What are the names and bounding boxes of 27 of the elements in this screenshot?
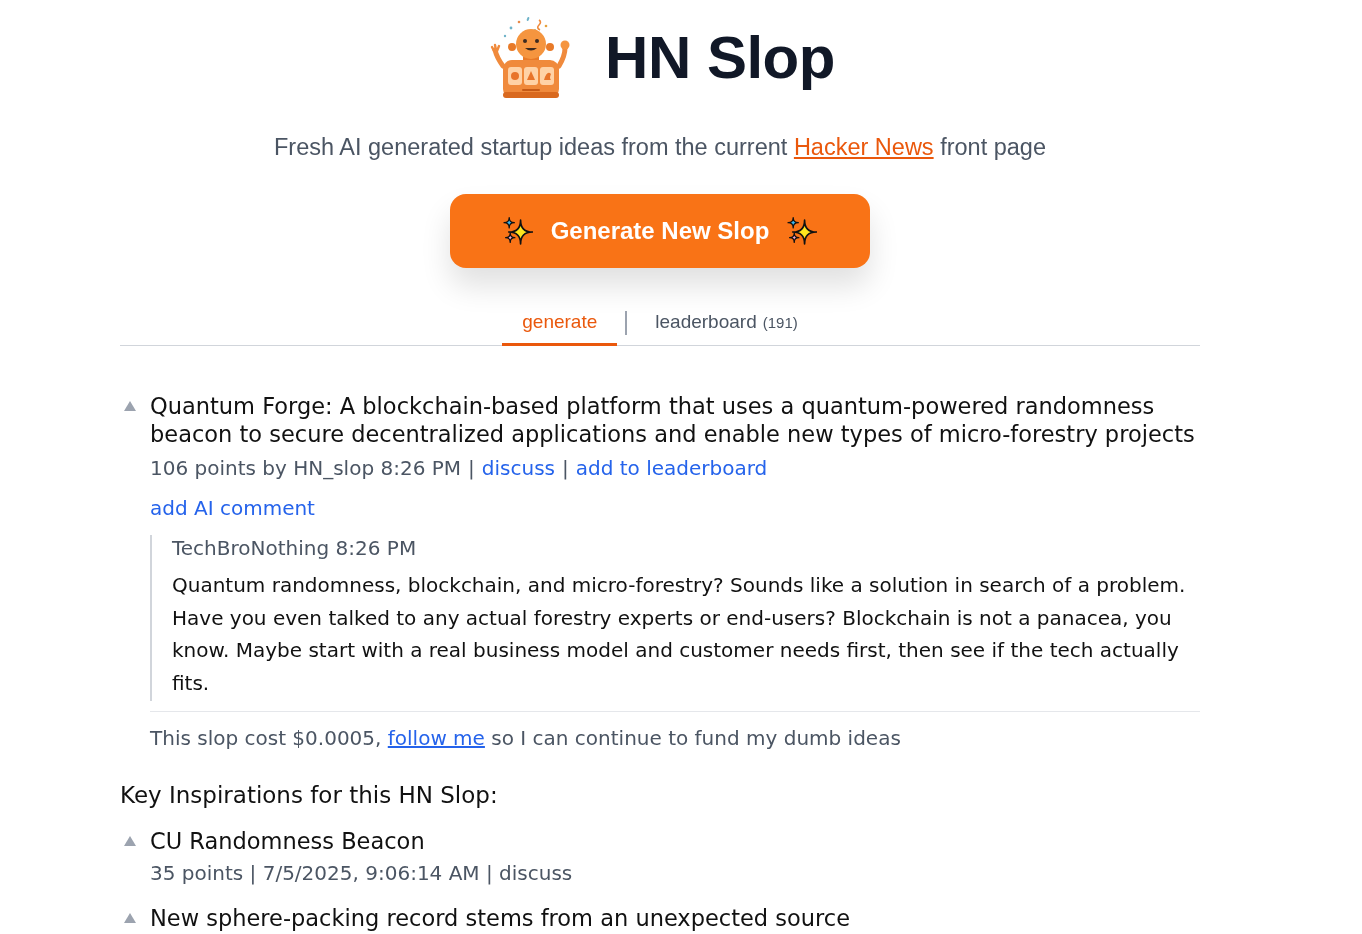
- cost-note: This slop cost $0.0005, follow me so I can continue to fund my dumb ideas: [150, 725, 902, 751]
- comment-author: TechBroNothing: [172, 536, 330, 560]
- separator-text: |: [468, 455, 475, 481]
- inspiration-meta: 35 points | 7/5/2025, 9:06:14 AM | discuss: [150, 860, 574, 886]
- site-title: HN Slop: [605, 28, 835, 88]
- follow-me-link[interactable]: follow me: [387, 726, 485, 750]
- tagline: Fresh AI generated startup ideas from the current Hacker News front page: [274, 133, 1046, 162]
- add-comment-link[interactable]: add AI comment: [150, 495, 315, 521]
- upvote-icon[interactable]: [124, 401, 136, 411]
- separator-text: |: [562, 455, 569, 481]
- inspiration-title[interactable]: CU Randomness Beacon: [150, 827, 1200, 855]
- tab[interactable]: generate: [502, 301, 618, 346]
- sparkles-icon: [787, 216, 818, 246]
- sparkles-icon: [502, 216, 533, 246]
- upvote-icon[interactable]: [124, 913, 136, 923]
- comment-time: 8:26 PM: [335, 536, 417, 560]
- hacker-news-link[interactable]: Hacker News: [793, 134, 934, 160]
- upvote-icon[interactable]: [124, 836, 136, 846]
- tab[interactable]: leaderboard (191): [635, 301, 818, 346]
- idea-byline: 106 points by HN_slop 8:26 PM: [150, 455, 462, 481]
- idea-title: Quantum Forge: A blockchain-based platform that uses a quantum-powered randomness beacon to secure decentralized applications and enable new types of micro-forestry projects: [150, 392, 1196, 448]
- meta-link[interactable]: discuss: [481, 455, 555, 481]
- inspirations-heading: Key Inspirations for this HN Slop:: [120, 781, 499, 810]
- generate-button[interactable]: Generate New Slop: [450, 194, 870, 268]
- inspiration-title[interactable]: New sphere-packing record stems from an unexpected source: [150, 904, 1200, 932]
- comment-text: Quantum randomness, blockchain, and micro-forestry? Sounds like a solution in search of a problem. Have you even talked to any actual forestry experts or end-users? Blockchain is not a panacea, you know. Maybe start with a real business model and customer needs first, then see if the tech actually fits.: [172, 572, 1187, 697]
- meta-link[interactable]: add to leaderboard: [575, 455, 768, 481]
